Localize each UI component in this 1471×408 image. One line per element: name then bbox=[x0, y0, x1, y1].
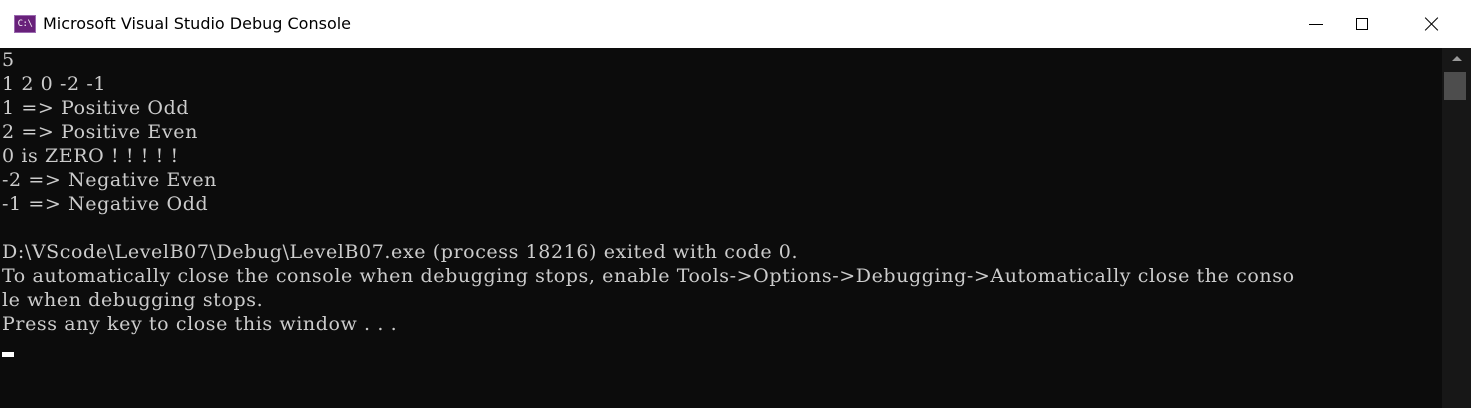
console-line: Press any key to close this window . . . bbox=[2, 313, 398, 335]
text-cursor bbox=[2, 352, 14, 357]
console-line: D:\VScode\LevelB07\Debug\LevelB07.exe (p… bbox=[2, 241, 799, 263]
console-line: le when debugging stops. bbox=[2, 289, 264, 311]
close-icon bbox=[1424, 16, 1440, 32]
debug-console-window: C:\ Microsoft Visual Studio Debug Consol… bbox=[0, 0, 1471, 408]
console-line: 5 bbox=[2, 49, 15, 71]
console-line: -1 => Negative Odd bbox=[2, 193, 209, 215]
maximize-icon bbox=[1356, 18, 1368, 30]
close-button[interactable] bbox=[1409, 0, 1455, 48]
maximize-button[interactable] bbox=[1339, 0, 1385, 48]
console-line: 0 is ZERO ! ! ! ! ! bbox=[2, 145, 179, 167]
console-output[interactable]: 5 1 2 0 -2 -1 1 => Positive Odd 2 => Pos… bbox=[0, 48, 1442, 408]
window-title: Microsoft Visual Studio Debug Console bbox=[43, 14, 352, 33]
console-line: 1 => Positive Odd bbox=[2, 97, 190, 119]
scroll-up-button[interactable] bbox=[1442, 48, 1471, 68]
arrow-up-icon bbox=[1451, 55, 1462, 61]
title-bar[interactable]: C:\ Microsoft Visual Studio Debug Consol… bbox=[0, 0, 1471, 48]
console-line: To automatically close the console when … bbox=[2, 265, 1295, 287]
console-app-icon: C:\ bbox=[14, 15, 36, 33]
console-line: 2 => Positive Even bbox=[2, 121, 198, 143]
console-line: 1 2 0 -2 -1 bbox=[2, 73, 107, 95]
scroll-thumb[interactable] bbox=[1444, 72, 1466, 100]
minimize-icon bbox=[1309, 23, 1323, 25]
vertical-scrollbar[interactable] bbox=[1442, 48, 1471, 408]
console-line: -2 => Negative Even bbox=[2, 169, 218, 191]
minimize-button[interactable] bbox=[1293, 0, 1339, 48]
